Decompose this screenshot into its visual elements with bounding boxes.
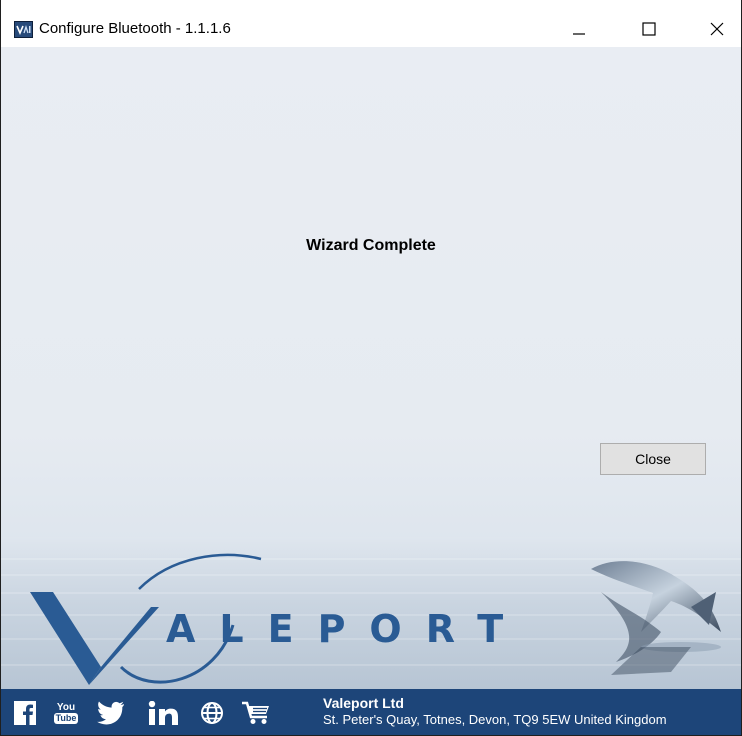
maximize-button[interactable] [626,10,672,47]
wizard-complete-heading: Wizard Complete [306,237,436,254]
facebook-icon[interactable] [14,701,36,725]
close-icon [710,22,724,35]
linkedin-icon[interactable] [148,701,182,725]
wizard-client-area: Wizard Complete Close ALEPORT [1,47,741,689]
youtube-label-top: You [56,701,76,713]
youtube-label-bottom: Tube [53,712,79,724]
valeport-wordmark: ALEPORT [166,607,527,651]
title-bar[interactable]: Configure Bluetooth - 1.1.1.6 [1,0,741,47]
window-title: Configure Bluetooth - 1.1.1.6 [39,20,231,37]
app-icon[interactable] [14,21,33,38]
footer-address: St. Peter's Quay, Totnes, Devon, TQ9 5EW… [323,712,667,727]
twitter-icon[interactable] [95,701,125,725]
minimize-button[interactable] [556,10,602,47]
close-window-button[interactable] [694,10,740,47]
close-button[interactable]: Close [600,443,706,475]
footer-company-name: Valeport Ltd [323,695,404,711]
maximize-icon [642,21,656,36]
cart-icon[interactable] [241,701,271,725]
globe-icon[interactable] [200,701,224,725]
footer-bar: You Tube Valeport Ltd St. Peter's Quay, … [1,689,741,735]
minimize-icon [573,32,585,35]
configure-bluetooth-window: Configure Bluetooth - 1.1.1.6 Wizard Com… [0,0,742,736]
valeport-banner: ALEPORT [1,537,741,689]
youtube-icon[interactable]: You Tube [53,701,79,725]
